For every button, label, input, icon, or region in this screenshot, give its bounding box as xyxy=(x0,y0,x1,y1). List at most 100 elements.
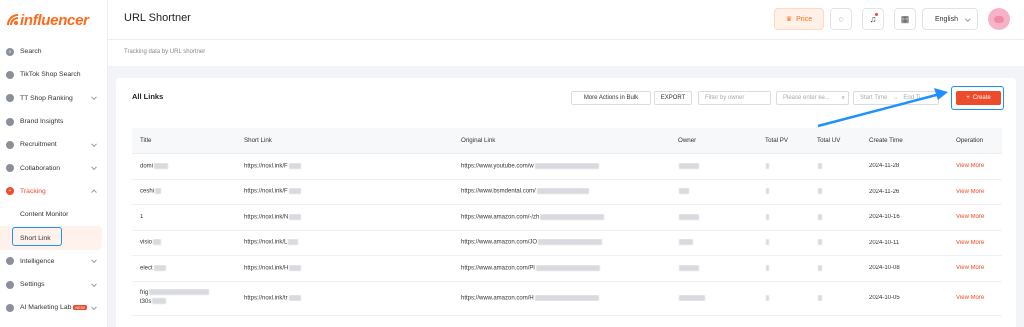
cell-original-link[interactable]: https://www.amazon.com/-/zh xyxy=(453,213,670,221)
original-link-text: https://www.youtube.com/w xyxy=(461,163,534,170)
cell-short-link[interactable]: https://noxl.ink/F xyxy=(236,162,453,170)
redacted-text xyxy=(536,188,589,195)
settings-icon xyxy=(6,280,14,289)
notification-button[interactable]: ♫ xyxy=(862,8,884,30)
cell-original-link[interactable]: https://www.amazon.com/JO xyxy=(453,239,670,246)
redacted-text xyxy=(818,264,822,271)
chevron-down-icon xyxy=(91,304,97,310)
redacted-text xyxy=(679,213,699,220)
view-more-link[interactable]: View More xyxy=(948,240,1002,246)
sidebar-item-intelligence[interactable]: Intelligence xyxy=(0,250,108,273)
owner-filter-input[interactable]: Filter by owner xyxy=(698,91,771,105)
cell-original-link[interactable]: https://www.bsmdental.com/ xyxy=(453,188,670,195)
cell-title: visio xyxy=(132,239,236,246)
cell-total-uv xyxy=(809,294,861,302)
brand-logo[interactable]: influencer xyxy=(6,10,89,30)
sidebar-item-content-monitor[interactable]: Content Monitor xyxy=(0,203,108,226)
cell-short-link[interactable]: https://noxl.ink/L xyxy=(236,239,453,246)
view-more-link[interactable]: View More xyxy=(948,295,1002,301)
redacted-text xyxy=(818,162,822,169)
cell-short-link[interactable]: https://noxl.ink/F xyxy=(236,188,453,195)
view-more-link[interactable]: View More xyxy=(948,214,1002,220)
title-text: visio xyxy=(140,240,153,247)
redacted-text xyxy=(538,239,603,246)
column-header-short-link: Short Link xyxy=(244,137,272,144)
chevron-down-icon xyxy=(91,257,97,264)
redacted-text xyxy=(679,264,699,271)
sidebar-item-collaboration[interactable]: Collaboration xyxy=(0,156,108,179)
view-more-link[interactable]: View More xyxy=(948,163,1002,169)
cell-original-link[interactable]: https://www.youtube.com/w xyxy=(453,162,670,170)
redacted-text xyxy=(818,213,822,220)
cell-short-link[interactable]: https://noxl.ink/tr xyxy=(236,294,453,302)
sidebar-item-recruitment[interactable]: Recruitment xyxy=(0,133,108,156)
cell-owner xyxy=(670,162,757,170)
price-button[interactable]: ♛ Price xyxy=(774,8,824,30)
short-link-text: https://noxl.ink/H xyxy=(244,265,289,272)
chat-button[interactable]: ◌ xyxy=(830,8,852,30)
keyword-search-placeholder: Please enter ke... xyxy=(783,95,830,101)
redacted-text xyxy=(534,162,599,169)
cell-owner xyxy=(670,264,757,272)
apps-button[interactable]: ▦ xyxy=(894,8,916,30)
table-row: domi https://noxl.ink/F https://www.yout… xyxy=(132,154,1002,180)
cell-total-pv xyxy=(757,294,809,302)
owner-filter-placeholder: Filter by owner xyxy=(705,95,745,101)
sidebar-item-brand-insights[interactable]: Brand Insights xyxy=(0,110,108,133)
cell-owner xyxy=(670,213,757,221)
title-text-line2: t30s xyxy=(140,299,152,305)
cell-total-pv xyxy=(757,213,809,221)
language-label: English xyxy=(935,15,958,23)
sidebar-item-tt-shop-ranking[interactable]: TT Shop Ranking xyxy=(0,87,108,110)
redacted-text xyxy=(288,188,301,195)
bulk-actions-button[interactable]: More Actions in Bulk xyxy=(571,91,651,105)
cell-total-pv xyxy=(757,264,809,272)
cell-title: ceshi xyxy=(132,188,236,195)
people-icon xyxy=(6,140,14,149)
cell-short-link[interactable]: https://noxl.ink/H xyxy=(236,264,453,272)
keyword-search-input[interactable]: Please enter ke... ⌕ xyxy=(776,91,849,105)
redacted-text xyxy=(818,188,822,195)
end-time-placeholder: End Ti xyxy=(903,95,921,101)
redacted-text xyxy=(766,239,769,246)
view-more-link[interactable]: View More xyxy=(948,265,1002,271)
date-range-picker[interactable]: Start Time → End Ti xyxy=(853,91,939,105)
view-more-link[interactable]: View More xyxy=(948,189,1002,195)
redacted-text xyxy=(535,264,600,271)
chat-icon: ◌ xyxy=(838,14,844,24)
cell-create-time: 2024-10-05 xyxy=(869,295,900,301)
links-card: All Links More Actions in Bulk EXPORT Fi… xyxy=(116,78,1016,327)
cell-short-link[interactable]: https://noxl.ink/N xyxy=(236,213,453,221)
original-link-text: https://www.amazon.com/-/zh xyxy=(461,214,540,221)
sidebar-item-tiktok-shop-search[interactable]: TikTok Shop Search xyxy=(0,63,108,86)
cell-total-pv xyxy=(757,188,809,195)
avatar[interactable] xyxy=(988,8,1010,30)
short-link-text: https://noxl.ink/L xyxy=(244,240,288,247)
export-label: EXPORT xyxy=(660,95,686,101)
sidebar-item-label: TT Shop Ranking xyxy=(20,94,73,102)
sidebar-item-label: Intelligence xyxy=(20,257,55,265)
cell-owner xyxy=(670,188,757,195)
title-text: domi xyxy=(140,163,154,170)
cell-original-link[interactable]: https://www.amazon.com/H xyxy=(453,294,670,301)
chevron-down-icon xyxy=(91,280,97,287)
sidebar-item-search[interactable]: ⌕ Search xyxy=(0,40,108,63)
redacted-text xyxy=(679,294,705,301)
cell-title: frig t30s xyxy=(132,289,236,307)
sidebar-item-settings[interactable]: Settings xyxy=(0,273,108,296)
export-button[interactable]: EXPORT xyxy=(654,91,692,105)
chevron-down-icon xyxy=(964,16,970,22)
sidebar-item-ai-marketing-lab[interactable]: AI Marketing Lab NEW xyxy=(0,296,108,319)
card-title: All Links xyxy=(132,92,164,101)
short-link-text: https://noxl.ink/tr xyxy=(244,295,288,302)
title-text: ceshi xyxy=(140,189,155,196)
cell-create-time: 2024-10-08 xyxy=(869,265,900,272)
cell-original-link[interactable]: https://www.amazon.com/Pl xyxy=(453,264,670,272)
notification-dot xyxy=(875,13,878,16)
language-select[interactable]: English xyxy=(922,8,978,30)
sidebar-item-label: Tracking xyxy=(20,187,46,195)
cell-total-uv xyxy=(809,162,861,170)
column-header-total-pv: Total PV xyxy=(765,137,789,144)
sidebar-item-tracking[interactable]: + Tracking xyxy=(0,180,108,203)
column-header-owner: Owner xyxy=(678,137,697,144)
